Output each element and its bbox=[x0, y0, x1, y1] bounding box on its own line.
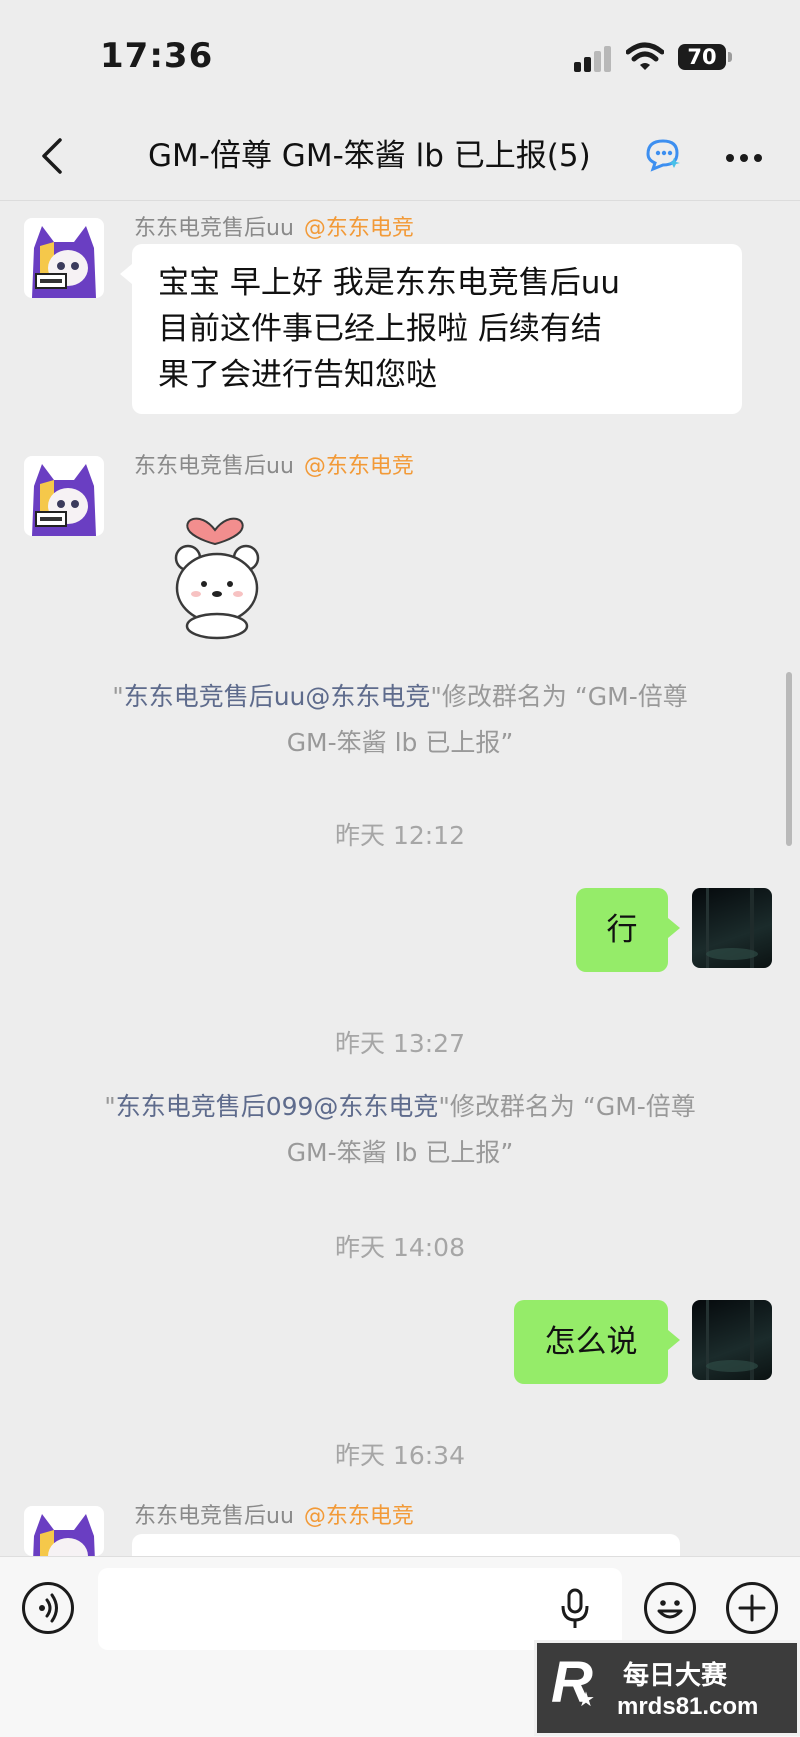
message-line: 目前这件事已经上报啦 后续有结 bbox=[158, 311, 602, 347]
sender-name: 东东电竞售后uu @东东电竞 bbox=[134, 210, 414, 242]
status-time: 17:36 bbox=[100, 36, 214, 76]
add-icon[interactable] bbox=[726, 1582, 778, 1634]
message-bubble[interactable] bbox=[132, 1534, 680, 1556]
system-line: "东东电竞售后099@东东电竞"修改群名为 “GM-倍尊 bbox=[40, 1084, 760, 1130]
system-message: "东东电竞售后099@东东电竞"修改群名为 “GM-倍尊 GM-笨酱 lb 已上… bbox=[40, 1084, 760, 1176]
timestamp: 昨天 16:34 bbox=[335, 1441, 465, 1470]
timestamp: 昨天 12:12 bbox=[335, 821, 465, 850]
watermark-line1: 每日大赛 bbox=[623, 1661, 728, 1691]
outgoing-bubble[interactable]: 行 bbox=[576, 888, 668, 972]
forest-avatar-icon bbox=[706, 888, 758, 968]
bear-heart-sticker[interactable] bbox=[160, 500, 270, 640]
voice-icon[interactable] bbox=[22, 1582, 74, 1634]
sender-name: 东东电竞售后uu @东东电竞 bbox=[134, 1498, 414, 1530]
outgoing-bubble[interactable]: 怎么说 bbox=[514, 1300, 668, 1384]
wifi-icon bbox=[626, 42, 664, 70]
plus-icon bbox=[738, 1594, 766, 1622]
emoji-icon[interactable] bbox=[644, 1582, 696, 1634]
quote: " bbox=[104, 1092, 116, 1121]
cat-avatar-icon bbox=[24, 456, 104, 536]
sender-tag: @东东电竞 bbox=[303, 216, 414, 241]
message-line: 果了会进行告知您哒 bbox=[158, 357, 437, 393]
system-text: "修改群名为 “GM-倍尊 bbox=[430, 682, 688, 711]
bubble-tail bbox=[120, 264, 132, 284]
avatar[interactable] bbox=[24, 456, 104, 536]
quote: " bbox=[112, 682, 124, 711]
avatar[interactable] bbox=[24, 1506, 104, 1556]
avatar[interactable] bbox=[24, 218, 104, 298]
system-line: "东东电竞售后uu@东东电竞"修改群名为 “GM-倍尊 bbox=[40, 674, 760, 720]
sender-label: 东东电竞售后uu bbox=[134, 216, 294, 241]
timestamp: 昨天 13:27 bbox=[335, 1029, 465, 1058]
timestamp: 昨天 14:08 bbox=[335, 1233, 465, 1262]
ai-assistant-icon[interactable] bbox=[644, 138, 682, 172]
bubble-tail bbox=[668, 918, 680, 938]
message-input[interactable] bbox=[98, 1568, 622, 1650]
sender-tag: @东东电竞 bbox=[303, 454, 414, 479]
cat-avatar-icon bbox=[24, 1506, 104, 1556]
star-icon: ★ bbox=[577, 1687, 595, 1711]
chat-title[interactable]: GM-倍尊 GM-笨酱 lb 已上报(5) bbox=[148, 134, 591, 178]
my-avatar[interactable] bbox=[692, 1300, 772, 1380]
bubble-tail bbox=[668, 1330, 680, 1350]
system-message: "东东电竞售后uu@东东电竞"修改群名为 “GM-倍尊 GM-笨酱 lb 已上报… bbox=[40, 674, 760, 766]
battery-icon: 70 bbox=[678, 44, 726, 70]
smile-face-icon bbox=[657, 1600, 683, 1619]
sender-label: 东东电竞售后uu bbox=[134, 1504, 294, 1529]
more-icon[interactable] bbox=[722, 140, 766, 176]
voice-wave-icon bbox=[39, 1593, 58, 1623]
system-name-link[interactable]: 东东电竞售后uu@东东电竞 bbox=[124, 682, 431, 711]
watermark: R ★ 每日大赛 mrds81.com bbox=[534, 1640, 800, 1736]
battery-tip bbox=[728, 52, 732, 62]
system-line-2: GM-笨酱 lb 已上报” bbox=[286, 1138, 514, 1167]
sender-tag: @东东电竞 bbox=[303, 1504, 414, 1529]
message-bubble[interactable]: 宝宝 早上好 我是东东电竞售后uu 目前这件事已经上报啦 后续有结 果了会进行告… bbox=[132, 244, 742, 414]
sender-name: 东东电竞售后uu @东东电竞 bbox=[134, 448, 414, 480]
microphone-icon[interactable] bbox=[560, 1588, 590, 1630]
system-line-2: GM-笨酱 lb 已上报” bbox=[286, 728, 514, 757]
forest-avatar-icon bbox=[706, 1300, 758, 1380]
system-name-link[interactable]: 东东电竞售后099@东东电竞 bbox=[116, 1092, 439, 1121]
my-avatar[interactable] bbox=[692, 888, 772, 968]
message-line: 宝宝 早上好 我是东东电竞售后uu bbox=[158, 265, 621, 301]
cat-avatar-icon bbox=[24, 218, 104, 298]
sender-label: 东东电竞售后uu bbox=[134, 454, 294, 479]
system-text: "修改群名为 “GM-倍尊 bbox=[438, 1092, 696, 1121]
signal-icon bbox=[574, 46, 611, 72]
back-chevron-icon[interactable] bbox=[34, 134, 74, 178]
watermark-line2: mrds81.com bbox=[617, 1693, 759, 1720]
